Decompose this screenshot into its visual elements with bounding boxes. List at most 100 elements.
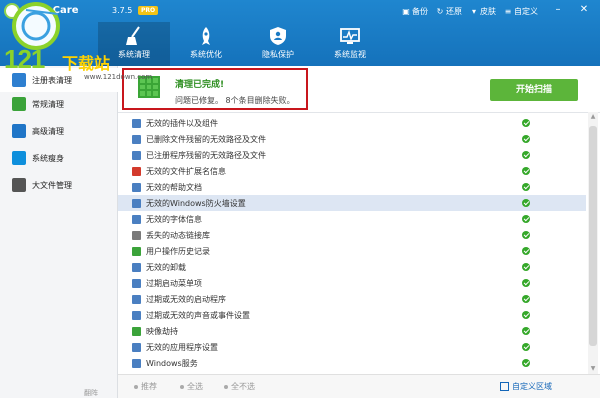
sidebar-item-big-files[interactable]: 大文件管理	[0, 173, 118, 197]
sound-event-icon	[132, 310, 141, 320]
list-item-label: 无效的插件以及组件	[146, 118, 218, 128]
sidebar: 注册表清理 常规清理 高级清理 系统瘦身 大文件管理	[0, 66, 118, 398]
status-title: 清理已完成!	[175, 80, 225, 90]
broom-icon	[126, 26, 140, 45]
start-scan-button[interactable]: 开始扫描	[490, 79, 578, 101]
list-item[interactable]: 丢失的动态链接库	[118, 227, 586, 243]
tab-label: 系统优化	[190, 50, 222, 59]
close-button[interactable]: ✕	[576, 3, 592, 17]
list-scrollbar[interactable]: ▲ ▼	[588, 112, 598, 374]
skin-icon: ▾	[471, 6, 476, 16]
startup-menu-icon	[132, 278, 141, 288]
list-item[interactable]: 过期或无效的启动程序	[118, 291, 586, 307]
list-item-label: 丢失的动态链接库	[146, 230, 210, 240]
tab-privacy[interactable]: 隐私保护	[242, 22, 314, 66]
recommend-link[interactable]: 推荐	[134, 381, 157, 392]
list-item-label: 无效的Windows防火墙设置	[146, 198, 246, 208]
cleanup-list: 无效的插件以及组件 已删除文件残留的无效路径及文件 已注册程序残留的无效路径及文件无…	[118, 112, 600, 374]
pro-badge: PRO	[138, 6, 159, 15]
monitor-icon	[340, 28, 360, 44]
list-item[interactable]: 无效的文件扩展名信息	[118, 163, 586, 179]
status-check-icon	[522, 359, 530, 367]
select-none-link[interactable]: 全不选	[224, 381, 255, 392]
skin-button[interactable]: ▾ 皮肤	[470, 6, 496, 17]
list-footer: 推荐 全选 全不选 自定义区域	[118, 374, 600, 398]
watermark-121: 121	[4, 44, 45, 74]
minimize-button[interactable]: –	[550, 3, 566, 17]
sidebar-bottom-text: 翻阵	[84, 389, 98, 397]
tab-system-monitor[interactable]: 系统监视	[314, 22, 386, 66]
customize-button[interactable]: ≡ 自定义	[504, 6, 538, 17]
status-check-icon	[522, 327, 530, 335]
list-item-label: 无效的文件扩展名信息	[146, 166, 226, 176]
list-item[interactable]: 过期或无效的声音或事件设置	[118, 307, 586, 323]
windows-service-icon	[132, 358, 141, 368]
dot-icon	[134, 384, 138, 389]
title-bar: Wise Care 3.7.5 PRO ▣ 备份 ↻ 还原 ▾ 皮肤 ≡ 自定义…	[0, 0, 600, 22]
windows-icon	[12, 151, 26, 165]
status-check-icon	[522, 215, 530, 223]
sidebar-item-label: 注册表清理	[32, 75, 72, 85]
status-check-icon	[522, 311, 530, 319]
status-check-icon	[522, 343, 530, 351]
help-doc-icon	[132, 182, 141, 192]
scroll-up-arrow-icon[interactable]: ▲	[588, 112, 598, 122]
program-path-icon	[132, 150, 141, 160]
scroll-thumb[interactable]	[589, 126, 597, 346]
restore-button[interactable]: ↻ 还原	[436, 6, 462, 17]
watermark-url: www.121down.com	[84, 73, 153, 81]
app-version: 3.7.5	[112, 6, 133, 15]
sidebar-item-general[interactable]: 常规清理	[0, 92, 118, 116]
status-check-icon	[522, 135, 530, 143]
list-item[interactable]: 用户操作历史记录	[118, 243, 586, 259]
status-check-icon	[522, 279, 530, 287]
list-item[interactable]: 已注册程序残留的无效路径及文件	[118, 147, 586, 163]
status-description: 问题已修复。 8个条目删除失败。	[175, 96, 295, 105]
file-extension-icon	[132, 166, 141, 176]
list-item[interactable]: 过期启动菜单项	[118, 275, 586, 291]
restore-icon: ↻	[436, 6, 444, 16]
hijack-icon	[132, 326, 141, 336]
list-item-label: 过期或无效的启动程序	[146, 294, 226, 304]
uninstall-icon	[132, 262, 141, 272]
status-check-icon	[522, 231, 530, 239]
privacy-shield-icon	[270, 27, 286, 45]
list-item[interactable]: 无效的插件以及组件	[118, 115, 586, 131]
startup-program-icon	[132, 294, 141, 304]
app-settings-icon	[132, 342, 141, 352]
list-item-label: 过期或无效的声音或事件设置	[146, 310, 250, 320]
list-item[interactable]: 映像劫持	[118, 323, 586, 339]
list-item[interactable]: 无效的卸载	[118, 259, 586, 275]
list-item[interactable]: 无效的字体信息	[118, 211, 586, 227]
history-icon	[132, 246, 141, 256]
list-item[interactable]: 无效的Windows防火墙设置	[118, 195, 586, 211]
dot-icon	[224, 384, 228, 389]
watermark-site-name: 下载站	[62, 54, 111, 73]
list-item[interactable]: 无效的帮助文档	[118, 179, 586, 195]
tab-label: 系统清理	[118, 50, 150, 59]
sidebar-item-label: 系统瘦身	[32, 153, 64, 163]
check-icon	[12, 97, 26, 111]
tab-label: 系统监视	[334, 50, 366, 59]
status-check-icon	[522, 199, 530, 207]
list-item-label: 过期启动菜单项	[146, 278, 202, 288]
list-item[interactable]: Windows服务	[118, 355, 586, 371]
status-check-icon	[522, 167, 530, 175]
list-item-label: 无效的应用程序设置	[146, 342, 218, 352]
sidebar-item-slim[interactable]: 系统瘦身	[0, 146, 118, 170]
select-all-link[interactable]: 全选	[180, 381, 203, 392]
custom-area-link[interactable]: 自定义区域	[500, 381, 552, 392]
status-check-icon	[522, 119, 530, 127]
list-item-label: 已删除文件残留的无效路径及文件	[146, 134, 266, 144]
backup-button[interactable]: ▣ 备份	[402, 6, 428, 17]
status-check-icon	[522, 183, 530, 191]
scroll-down-arrow-icon[interactable]: ▼	[588, 364, 598, 374]
tab-system-optimize[interactable]: 系统优化	[170, 22, 242, 66]
sidebar-item-label: 大文件管理	[32, 180, 72, 190]
firewall-icon	[132, 198, 141, 208]
list-item[interactable]: 无效的应用程序设置	[118, 339, 586, 355]
registry-icon	[12, 73, 26, 87]
sidebar-item-advanced[interactable]: 高级清理	[0, 119, 118, 143]
list-item[interactable]: 已删除文件残留的无效路径及文件	[118, 131, 586, 147]
status-check-icon	[522, 263, 530, 271]
